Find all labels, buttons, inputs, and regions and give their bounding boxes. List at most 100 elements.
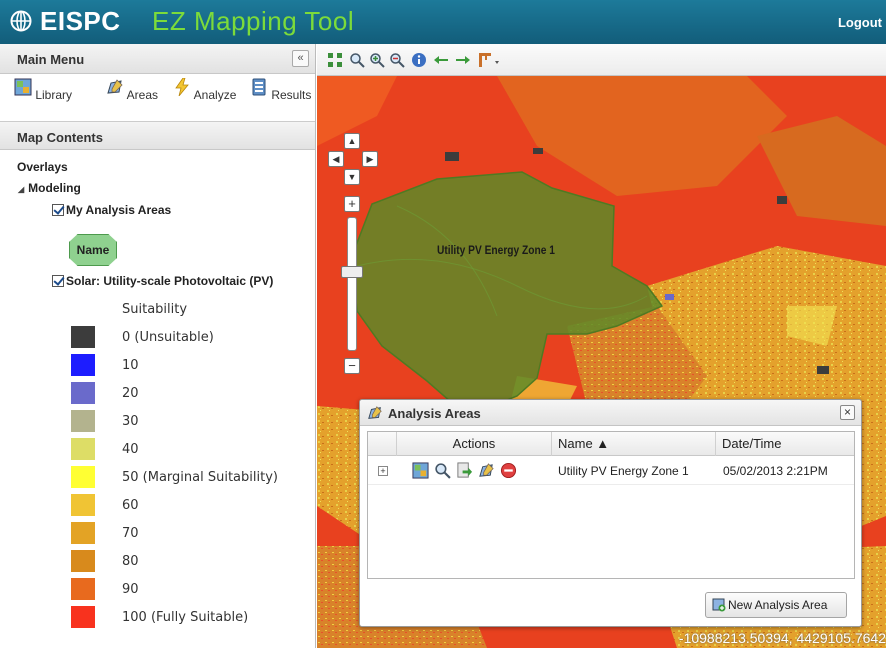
collapse-panel-button[interactable]: « <box>292 50 309 67</box>
zoom-in-tool-icon[interactable] <box>369 52 385 68</box>
menu-item-areas-label: Areas <box>126 88 159 102</box>
legend-label: 20 <box>122 386 139 401</box>
tree-node-modeling[interactable]: ◢ Modeling <box>18 181 81 195</box>
legend-swatch <box>71 354 95 376</box>
delete-icon[interactable] <box>500 462 517 479</box>
zoom-tool-icon[interactable] <box>349 52 365 68</box>
row-expand-button[interactable]: + <box>378 466 388 476</box>
edit-area-icon[interactable] <box>478 462 495 479</box>
column-datetime[interactable]: Date/Time <box>715 432 856 456</box>
app-header: EISPC EZ Mapping Tool Logout <box>0 0 886 44</box>
map-coordinates-readout: -10988213.50394, 4429105.7642 <box>678 630 886 646</box>
solar-pv-checkbox[interactable] <box>52 275 64 287</box>
my-analysis-areas-checkbox[interactable] <box>52 204 64 216</box>
menu-item-areas[interactable]: Areas <box>106 78 158 102</box>
row-name: Utility PV Energy Zone 1 <box>558 464 689 478</box>
main-menu-title: Main Menu <box>17 52 85 67</box>
pan-left-button[interactable]: ◀ <box>328 151 344 167</box>
export-icon[interactable] <box>456 462 473 479</box>
legend-row: 20 <box>71 382 311 406</box>
tree-node-modeling-label: Modeling <box>28 181 81 195</box>
areas-icon <box>368 406 382 419</box>
legend-swatch <box>71 494 95 516</box>
menu-item-library[interactable]: Library <box>14 78 72 102</box>
analyze-icon <box>175 77 189 97</box>
tree-node-my-analysis-areas[interactable]: My Analysis Areas <box>52 203 171 217</box>
legend-swatch <box>71 606 95 628</box>
new-analysis-area-button[interactable]: New Analysis Area <box>705 592 847 618</box>
menu-item-analyze-label: Analyze <box>193 88 237 102</box>
analysis-areas-dialog: Analysis Areas × Actions Name ▲ Date/Tim… <box>359 399 862 627</box>
solar-pv-label: Solar: Utility-scale Photovoltaic (PV) <box>66 274 274 288</box>
left-panel: Main Menu « Library Areas Analyze Result… <box>0 44 316 648</box>
main-menu-toolbar: Library Areas Analyze Results <box>0 74 315 122</box>
legend-row: 80 <box>71 550 311 574</box>
pan-right-button[interactable]: ▶ <box>362 151 378 167</box>
menu-item-analyze[interactable]: Analyze <box>173 77 237 102</box>
legend-row: 40 <box>71 438 311 462</box>
legend-title: Suitability <box>122 302 188 317</box>
library-icon <box>14 78 32 96</box>
zoom-out-button[interactable]: − <box>344 358 360 374</box>
legend-row: 60 <box>71 494 311 518</box>
tree-node-solar-pv[interactable]: Solar: Utility-scale Photovoltaic (PV) <box>52 274 273 288</box>
zoom-to-area-icon[interactable] <box>434 462 451 479</box>
legend-label: 80 <box>122 554 139 569</box>
menu-item-library-label: Library <box>35 88 73 102</box>
legend-swatch <box>71 438 95 460</box>
zoom-slider-thumb[interactable] <box>341 266 363 278</box>
app-window: EISPC EZ Mapping Tool Logout Main Menu «… <box>0 0 886 648</box>
energy-zone-label: Utility PV Energy Zone 1 <box>437 243 555 257</box>
menu-item-results-label: Results <box>271 88 312 102</box>
row-datetime: 05/02/2013 2:21PM <box>723 464 828 478</box>
zoom-out-tool-icon[interactable] <box>389 52 405 68</box>
add-area-icon <box>712 598 726 612</box>
column-actions[interactable]: Actions <box>396 432 551 456</box>
previous-extent-arrow-icon[interactable] <box>433 52 449 68</box>
map-contents-header: Map Contents <box>0 122 315 150</box>
full-extent-icon[interactable] <box>327 52 343 68</box>
legend-label: 30 <box>122 414 139 429</box>
analysis-areas-grid: Actions Name ▲ Date/Time + Utility PV En… <box>367 431 855 579</box>
tree-node-overlays[interactable]: Overlays <box>17 160 68 174</box>
legend-swatch <box>71 326 95 348</box>
pan-down-button[interactable]: ▼ <box>344 169 360 185</box>
legend-label: 10 <box>122 358 139 373</box>
grid-header: Actions Name ▲ Date/Time <box>368 432 854 456</box>
new-analysis-area-label: New Analysis Area <box>728 598 828 612</box>
legend-label: 90 <box>122 582 139 597</box>
app-title-ez-mapping-tool: EZ Mapping Tool <box>152 6 355 36</box>
areas-icon <box>107 79 123 94</box>
app-title-eispc: EISPC <box>40 6 121 36</box>
legend-row: 0 (Unsuitable) <box>71 326 311 350</box>
pan-up-button[interactable]: ▲ <box>344 133 360 149</box>
legend-label: 60 <box>122 498 139 513</box>
map-view-icon[interactable] <box>412 462 429 479</box>
logout-link[interactable]: Logout <box>838 15 882 30</box>
legend-row: 10 <box>71 354 311 378</box>
main-menu-header: Main Menu « <box>0 44 315 74</box>
legend-row: 100 (Fully Suitable) <box>71 606 311 630</box>
dialog-close-button[interactable]: × <box>840 405 855 420</box>
legend-swatch <box>71 410 95 432</box>
legend-row: 50 (Marginal Suitability) <box>71 466 311 490</box>
menu-item-results[interactable]: Results <box>250 78 311 102</box>
measure-tool-dropdown-icon[interactable] <box>477 52 501 68</box>
identify-info-icon[interactable] <box>411 52 427 68</box>
expand-triangle-icon: ◢ <box>18 185 25 194</box>
zoom-slider-track[interactable] <box>347 217 357 351</box>
legend-swatch <box>71 466 95 488</box>
legend-row: 70 <box>71 522 311 546</box>
legend-swatch <box>71 522 95 544</box>
legend-label: 50 (Marginal Suitability) <box>122 470 278 485</box>
legend-swatch <box>71 578 95 600</box>
dialog-titlebar[interactable]: Analysis Areas × <box>360 400 861 426</box>
results-icon <box>252 78 266 96</box>
legend-label: 0 (Unsuitable) <box>122 330 214 345</box>
legend-row: 30 <box>71 410 311 434</box>
column-name-sort[interactable]: Name ▲ <box>551 432 715 456</box>
table-row[interactable]: + Utility PV Energy Zone 1 05/02/2013 2:… <box>368 457 854 485</box>
legend-label: 100 (Fully Suitable) <box>122 610 249 625</box>
next-extent-arrow-icon[interactable] <box>455 52 471 68</box>
zoom-in-button[interactable]: + <box>344 196 360 212</box>
